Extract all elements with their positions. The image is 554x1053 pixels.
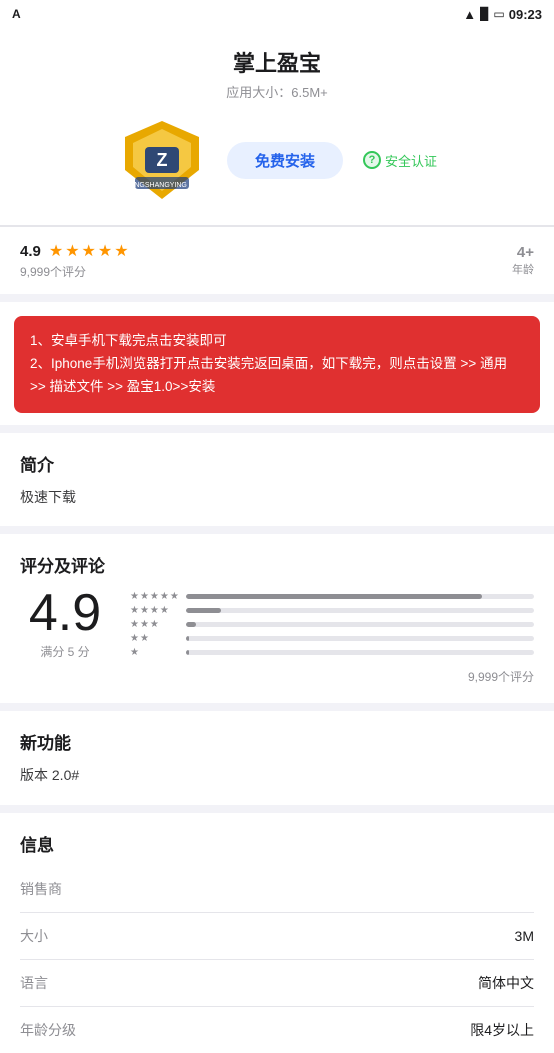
install-button[interactable]: 免费安装 bbox=[227, 142, 343, 179]
ratings-title: 评分及评论 bbox=[20, 552, 534, 577]
rating-score: 4.9 bbox=[20, 243, 41, 260]
intro-title: 简介 bbox=[20, 451, 534, 476]
big-score-label: 满分 5 分 bbox=[40, 643, 89, 660]
bar-stars-3: ★★★ bbox=[130, 619, 180, 630]
bar-row-5: ★ bbox=[130, 647, 534, 658]
new-features-body: 版本 2.0# bbox=[20, 764, 534, 786]
stars-row: ★ ★ ★ ★ ★ bbox=[49, 241, 129, 261]
bar-row-1: ★★★★★ bbox=[130, 591, 534, 602]
app-logo-wrapper: Z ZHANGSHANGYING BAO bbox=[117, 115, 207, 205]
info-section: 信息 销售商 大小 3M 语言 简体中文 年龄分级 限4岁以上 bbox=[0, 813, 554, 1053]
star-4: ★ bbox=[98, 241, 112, 261]
age-badge: 4+ bbox=[512, 244, 534, 261]
bar-track-1 bbox=[186, 594, 534, 599]
ratings-total: 9,999个评分 bbox=[20, 668, 534, 685]
bar-fill-3 bbox=[186, 622, 196, 627]
status-right: ▲ ▉ ▭ 09:23 bbox=[463, 7, 542, 22]
safety-badge[interactable]: ? 安全认证 bbox=[363, 151, 437, 170]
bar-fill-2 bbox=[186, 608, 221, 613]
intro-body: 极速下载 bbox=[20, 486, 534, 508]
info-val-4: 限4岁以上 bbox=[470, 1020, 534, 1040]
app-size: 应用大小：6.5M+ bbox=[226, 82, 328, 101]
app-header: 掌上盈宝 应用大小：6.5M+ Z ZHANGSHANGYING BAO 免费安… bbox=[0, 28, 554, 226]
bar-track-3 bbox=[186, 622, 534, 627]
review-count: 9,999个评分 bbox=[20, 263, 129, 280]
safety-label: 安全认证 bbox=[385, 151, 437, 170]
big-score-col: 4.9 满分 5 分 bbox=[20, 587, 110, 660]
new-features-title: 新功能 bbox=[20, 729, 534, 754]
notice-section: 1、安卓手机下载完点击安装即可 2、Iphone手机浏览器打开点击安装完返回桌面… bbox=[0, 302, 554, 433]
info-row-2: 大小 3M bbox=[20, 913, 534, 960]
safety-icon: ? bbox=[363, 151, 381, 169]
info-val-3: 简体中文 bbox=[478, 973, 534, 993]
status-bar: A ▲ ▉ ▭ 09:23 bbox=[0, 0, 554, 28]
bar-row-3: ★★★ bbox=[130, 619, 534, 630]
bar-track-5 bbox=[186, 650, 534, 655]
app-main-row: Z ZHANGSHANGYING BAO 免费安装 ? 安全认证 bbox=[20, 115, 534, 205]
info-key-4: 年龄分级 bbox=[20, 1020, 76, 1040]
new-features-section: 新功能 版本 2.0# bbox=[0, 711, 554, 812]
status-app-label: A bbox=[12, 7, 21, 21]
bars-col: ★★★★★ ★★★★ ★★★ ★★ ★ bbox=[130, 587, 534, 658]
info-key-1: 销售商 bbox=[20, 879, 62, 899]
bar-stars-5: ★ bbox=[130, 647, 180, 658]
info-rows: 销售商 大小 3M 语言 简体中文 年龄分级 限4岁以上 bbox=[20, 866, 534, 1053]
bar-stars-4: ★★ bbox=[130, 633, 180, 644]
rating-left: 4.9 ★ ★ ★ ★ ★ 9,999个评分 bbox=[20, 241, 129, 280]
svg-text:Z: Z bbox=[156, 150, 167, 170]
age-col: 4+ 年龄 bbox=[512, 244, 534, 277]
bar-stars-2: ★★★★ bbox=[130, 605, 180, 616]
star-1: ★ bbox=[49, 241, 63, 261]
big-score: 4.9 bbox=[29, 587, 101, 639]
rating-bar: 4.9 ★ ★ ★ ★ ★ 9,999个评分 4+ 年龄 bbox=[0, 226, 554, 302]
notice-box: 1、安卓手机下载完点击安装即可 2、Iphone手机浏览器打开点击安装完返回桌面… bbox=[14, 316, 540, 413]
time-label: 09:23 bbox=[509, 7, 542, 22]
bar-track-4 bbox=[186, 636, 534, 641]
app-title: 掌上盈宝 bbox=[233, 46, 321, 78]
bar-fill-1 bbox=[186, 594, 482, 599]
star-2: ★ bbox=[65, 241, 79, 261]
battery-icon: ▭ bbox=[493, 7, 504, 21]
info-val-2: 3M bbox=[515, 928, 534, 944]
star-3: ★ bbox=[82, 241, 96, 261]
wifi-icon: ▲ bbox=[463, 7, 476, 22]
info-key-2: 大小 bbox=[20, 926, 48, 946]
info-key-3: 语言 bbox=[20, 973, 48, 993]
app-logo: Z ZHANGSHANGYING BAO bbox=[117, 115, 207, 205]
info-title: 信息 bbox=[20, 831, 534, 856]
bar-row-2: ★★★★ bbox=[130, 605, 534, 616]
bar-stars-1: ★★★★★ bbox=[130, 591, 180, 602]
info-row-4: 年龄分级 限4岁以上 bbox=[20, 1007, 534, 1053]
info-row-1: 销售商 bbox=[20, 866, 534, 913]
svg-text:ZHANGSHANGYING BAO: ZHANGSHANGYING BAO bbox=[120, 182, 204, 189]
star-5: ★ bbox=[114, 241, 128, 261]
bar-fill-4 bbox=[186, 636, 189, 641]
signal-icon: ▉ bbox=[480, 7, 489, 21]
bar-row-4: ★★ bbox=[130, 633, 534, 644]
notice-line1: 1、安卓手机下载完点击安装即可 bbox=[30, 330, 524, 353]
age-label: 年龄 bbox=[512, 261, 534, 277]
ratings-section: 评分及评论 4.9 满分 5 分 ★★★★★ ★★★★ ★★★ ★★ ★ bbox=[0, 534, 554, 711]
bar-track-2 bbox=[186, 608, 534, 613]
ratings-inner: 4.9 满分 5 分 ★★★★★ ★★★★ ★★★ ★★ ★ bbox=[20, 587, 534, 660]
info-row-3: 语言 简体中文 bbox=[20, 960, 534, 1007]
notice-line2: 2、Iphone手机浏览器打开点击安装完返回桌面，如下载完，则点击设置 >> 通… bbox=[30, 353, 524, 399]
bar-fill-5 bbox=[186, 650, 189, 655]
intro-section: 简介 极速下载 bbox=[0, 433, 554, 534]
